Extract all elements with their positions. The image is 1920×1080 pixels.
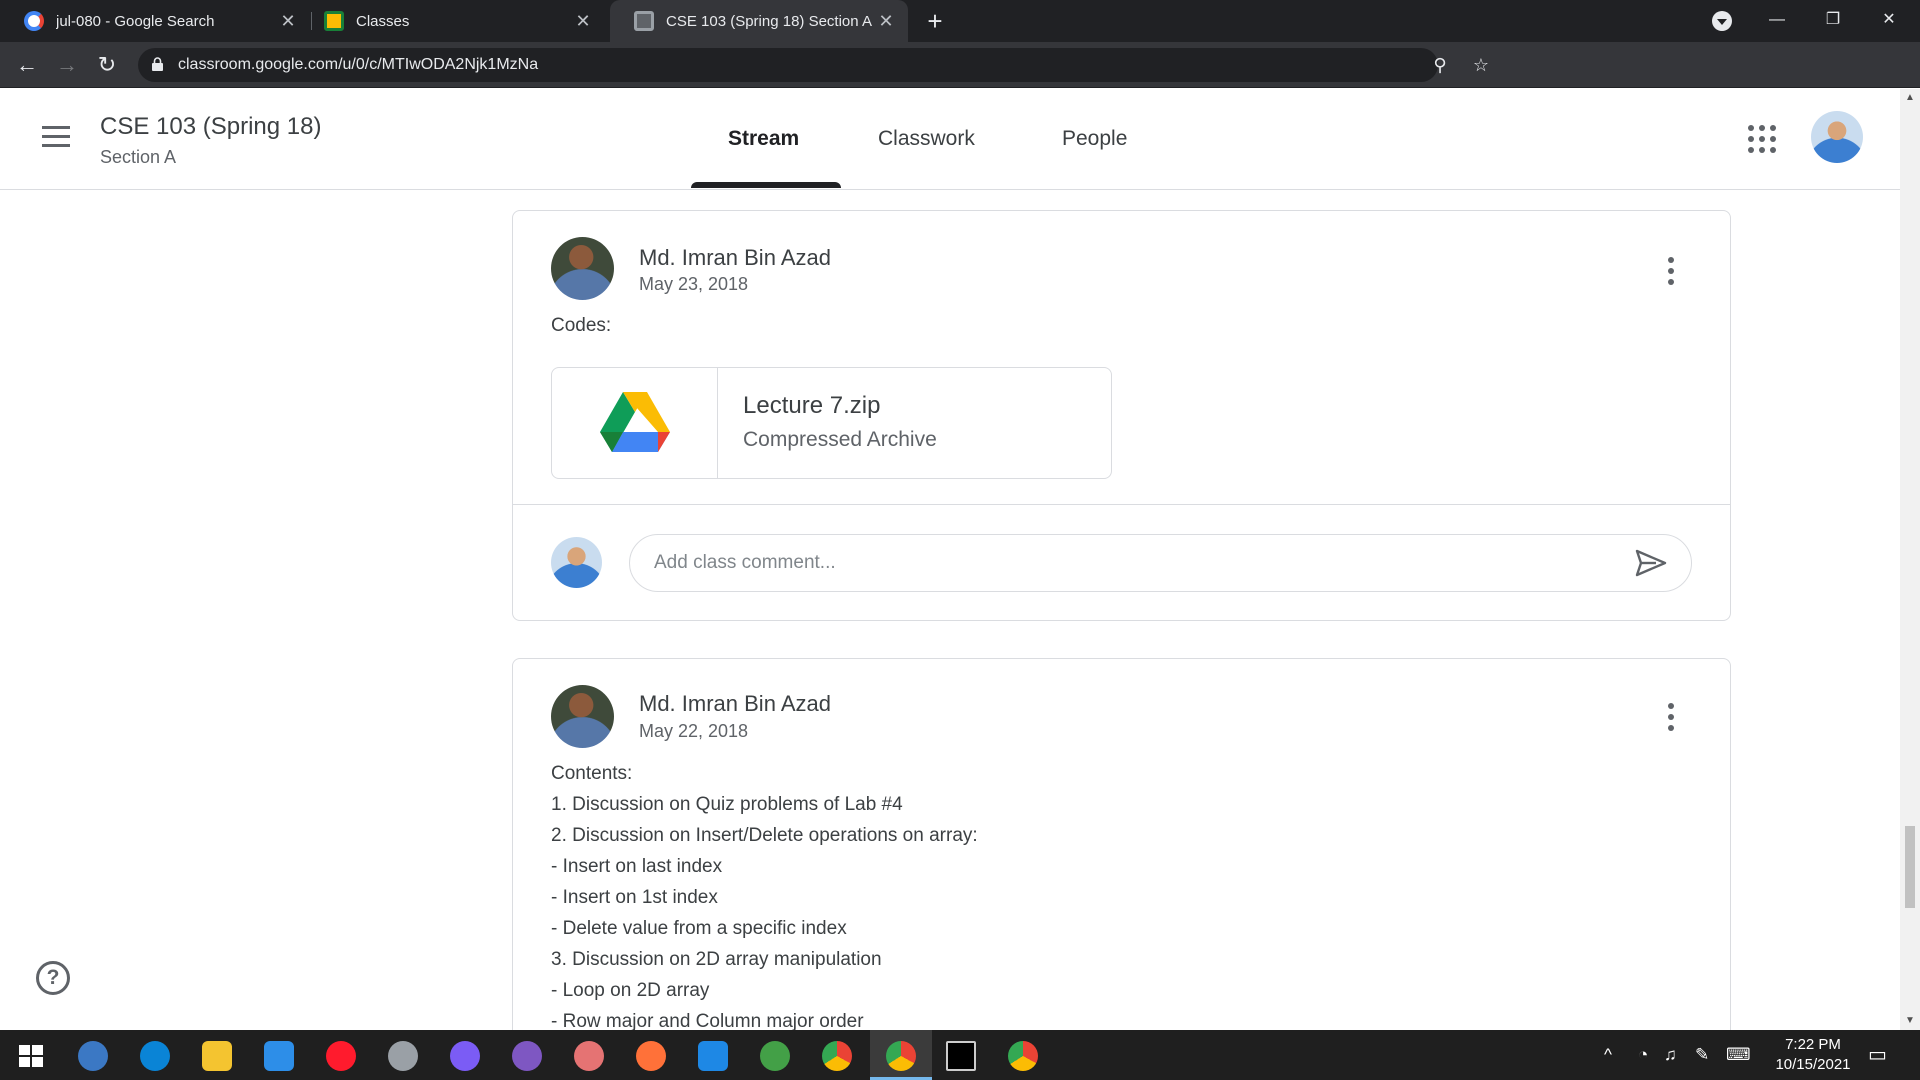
browser-toolbar: ← → ↻ classroom.google.com/u/0/c/MTIwODA… [0,42,1920,119]
google-icon [24,11,44,31]
browser-tab-cse103[interactable]: CSE 103 (Spring 18) Section A ✕ [610,0,908,42]
active-tab-indicator [691,182,841,188]
class-section: Section A [100,147,177,167]
attachment-thumbnail [552,368,718,478]
tab-stream[interactable]: Stream [728,127,799,151]
tab-title: CSE 103 (Spring 18) Section A [666,12,872,30]
vscode-icon[interactable] [698,1041,728,1071]
clock[interactable]: 7:22 PM 10/15/2021 [1763,1035,1863,1075]
post-line: - Insert on 1st index [551,887,718,908]
zoom-icon[interactable]: ⚲ [1430,55,1450,75]
lock-icon [152,57,163,71]
post-line: 1. Discussion on Quiz problems of Lab #4 [551,794,903,815]
window-close-icon[interactable]: ✕ [1864,0,1914,42]
clock-time: 7:22 PM [1785,1036,1841,1053]
scrollbar-thumb[interactable] [1905,826,1915,908]
class-comment-input[interactable] [654,549,1614,577]
app-icon[interactable] [388,1041,418,1071]
browser-tab-google-search[interactable]: jul-080 - Google Search ✕ [0,0,310,42]
windows-start-icon[interactable] [16,1041,46,1071]
forward-icon[interactable]: → [52,50,82,80]
classroom-header: CSE 103 (Spring 18) Section A Stream Cla… [0,89,1900,190]
tab-classwork[interactable]: Classwork [878,127,975,151]
divider [513,504,1730,505]
url-text: classroom.google.com/u/0/c/MTIwODA2Njk1M… [178,56,539,73]
reload-icon[interactable]: ↻ [92,50,122,80]
mail-icon[interactable] [264,1041,294,1071]
tab-title: jul-080 - Google Search [56,12,215,30]
close-icon[interactable]: ✕ [571,11,595,32]
github-icon[interactable] [512,1041,542,1071]
close-icon[interactable]: ✕ [276,11,300,32]
post-text: Codes: [551,315,612,336]
attachment-type: Compressed Archive [743,428,937,451]
browser-tab-classes[interactable]: Classes ✕ [300,0,605,42]
google-apps-icon[interactable] [1748,125,1776,153]
keyboard-icon[interactable]: ⌨ [1726,1045,1751,1065]
post-line: 2. Discussion on Insert/Delete operation… [551,825,978,846]
classroom-icon [324,11,344,31]
post-line: - Insert on last index [551,856,723,877]
minimize-icon[interactable]: — [1752,0,1802,42]
notifications-icon[interactable]: ▭ [1868,1042,1887,1067]
author-name: Md. Imran Bin Azad [639,245,831,270]
bookmark-star-icon[interactable]: ☆ [1471,55,1491,75]
address-bar[interactable]: classroom.google.com/u/0/c/MTIwODA2Njk1M… [138,48,1489,82]
post-line: 3. Discussion on 2D array manipulation [551,949,882,970]
restore-icon[interactable]: ❐ [1808,0,1858,42]
file-explorer-icon[interactable] [202,1041,232,1071]
account-avatar[interactable] [1811,111,1863,163]
terminal-icon[interactable] [946,1041,976,1071]
tab-search-icon[interactable] [1712,11,1732,31]
new-tab-button[interactable]: + [921,7,949,35]
post-date: May 22, 2018 [639,721,749,741]
tab-title: Classes [356,12,410,30]
classroom-icon [634,11,654,31]
firefox-icon[interactable] [636,1041,666,1071]
pen-tray-icon[interactable]: ✎ [1695,1045,1709,1065]
attachment-card[interactable]: Lecture 7.zip Compressed Archive [551,367,1112,479]
more-options-icon[interactable] [1667,703,1675,731]
tray-chevron-icon[interactable]: ^ [1604,1045,1612,1065]
app-icon[interactable] [78,1041,108,1071]
messenger-icon[interactable] [450,1041,480,1071]
post-date: May 23, 2018 [639,274,749,294]
google-drive-icon [600,392,670,452]
comment-box[interactable] [629,534,1692,592]
stream-post-card: Md. Imran Bin Azad May 23, 2018 Codes: L… [512,210,1731,621]
stream-post-card: Md. Imran Bin Azad May 22, 2018 Contents… [512,658,1731,1078]
help-icon[interactable]: ? [36,961,70,995]
edge-icon[interactable] [140,1041,170,1071]
chrome-icon[interactable] [886,1041,916,1071]
tab-people[interactable]: People [1062,127,1127,151]
app-icon[interactable] [760,1041,790,1071]
author-avatar [551,685,614,748]
post-line: Contents: [551,763,633,784]
opera-icon[interactable] [326,1041,356,1071]
class-title[interactable]: CSE 103 (Spring 18) [100,113,321,141]
clock-date: 10/15/2021 [1775,1056,1851,1073]
app-icon[interactable] [574,1041,604,1071]
browser-tab-strip: jul-080 - Google Search ✕ Classes ✕ CSE … [0,0,1920,42]
close-icon[interactable]: ✕ [874,11,898,32]
author-name: Md. Imran Bin Azad [639,691,831,716]
main-menu-icon[interactable] [42,126,70,148]
scroll-down-arrow[interactable]: ▼ [1904,1015,1916,1026]
send-icon[interactable] [1634,548,1668,578]
chrome-icon[interactable] [1008,1041,1038,1071]
chrome-icon[interactable] [822,1041,852,1071]
more-options-icon[interactable] [1667,257,1675,285]
post-line: - Delete value from a specific index [551,918,847,939]
windows-taskbar: ^ ◔ ♫ ✎ ⌨ 7:22 PM 10/15/2021 ▭ [0,1030,1920,1080]
attachment-title: Lecture 7.zip [743,392,881,419]
scroll-up-arrow[interactable]: ▲ [1904,92,1916,103]
network-icon[interactable]: ◔ [1638,1045,1648,1065]
back-icon[interactable]: ← [12,50,42,80]
post-line: - Loop on 2D array [551,980,710,1001]
post-body: Contents: 1. Discussion on Quiz problems… [551,758,978,1037]
commenter-avatar [551,537,602,588]
author-avatar [551,237,614,300]
volume-icon[interactable]: ♫ [1664,1045,1677,1065]
